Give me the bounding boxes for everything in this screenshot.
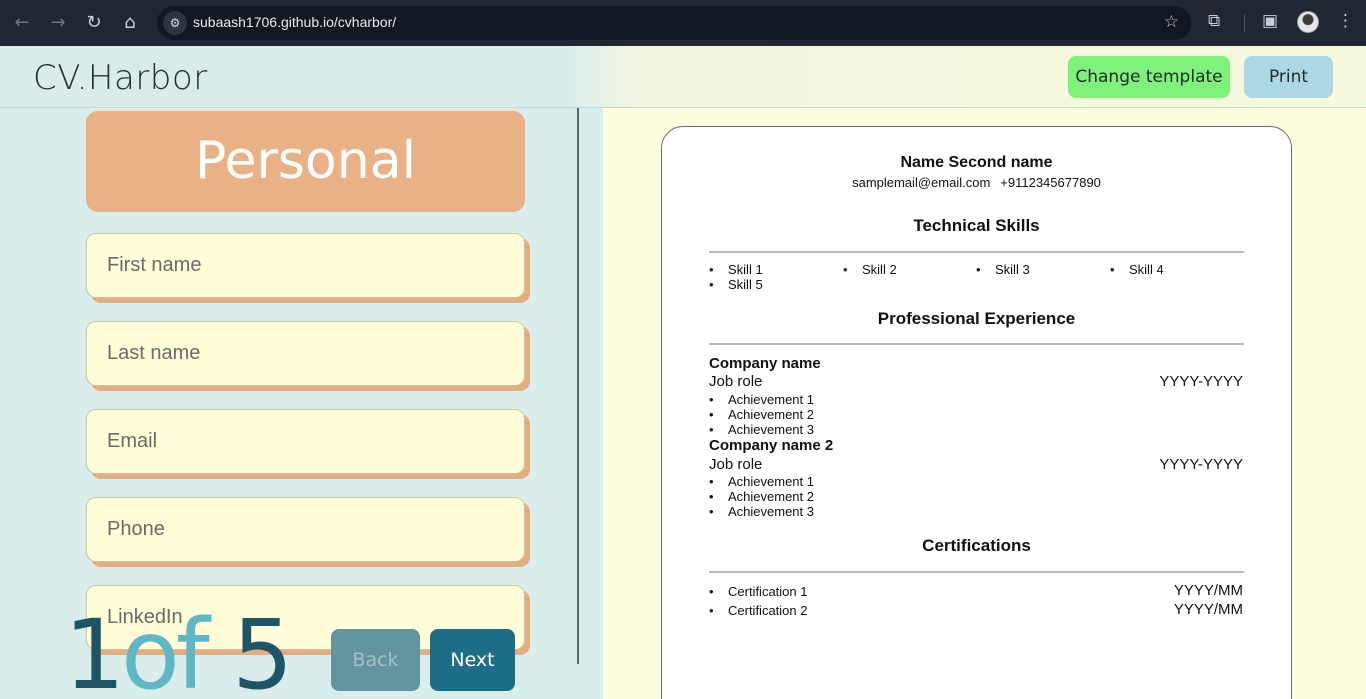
certifications-heading: Certifications	[922, 536, 1031, 555]
back-button[interactable]: Back	[331, 629, 420, 691]
certification-item: Certification 2	[709, 603, 808, 618]
skill-item: Skill 5	[709, 277, 763, 292]
step-total: 5	[232, 599, 293, 699]
site-info-icon[interactable]: ⚙	[163, 11, 187, 35]
cv-phone: +9112345677890	[1000, 175, 1101, 190]
achievement-item: Achievement 3	[709, 422, 814, 437]
star-icon[interactable]: ☆	[1164, 12, 1179, 32]
step-counter: 1of 5	[64, 605, 293, 699]
email-field[interactable]: Email	[86, 409, 525, 474]
job-role: Job role	[709, 456, 763, 473]
next-button[interactable]: Next	[430, 629, 515, 691]
experience-heading: Professional Experience	[877, 309, 1076, 328]
job-role: Job role	[709, 373, 763, 390]
section-title: Personal	[86, 111, 525, 212]
toolbar-divider	[1244, 14, 1245, 32]
change-template-button[interactable]: Change template	[1068, 56, 1230, 98]
cv-email: samplemail@email.com	[852, 175, 991, 190]
skill-item: Skill 2	[843, 262, 897, 277]
step-of: of	[121, 599, 210, 699]
company-name: Company name 2	[709, 437, 834, 454]
skill-item: Skill 4	[1110, 262, 1164, 277]
cv-page: Name Second name samplemail@email.com +91…	[661, 126, 1292, 699]
step-current: 1	[64, 599, 125, 699]
certification-date: YYYY/MM	[1173, 601, 1243, 618]
last-name-field[interactable]: Last name	[86, 321, 525, 386]
home-icon[interactable]: ⌂	[119, 12, 141, 34]
achievement-item: Achievement 2	[709, 489, 814, 504]
app-header: CV.Harbor Change template Print	[0, 46, 1366, 108]
skills-rule	[709, 251, 1244, 253]
logo[interactable]: CV.Harbor	[33, 58, 208, 98]
panel-divider	[577, 108, 579, 664]
sidepanel-icon[interactable]: ▣	[1262, 11, 1278, 31]
job-dates: YYYY-YYYY	[1159, 456, 1243, 473]
avatar[interactable]	[1297, 11, 1319, 33]
achievement-item: Achievement 3	[709, 504, 814, 519]
address-bar[interactable]: ⚙ subaash1706.github.io/cvharbor/ ☆	[157, 6, 1191, 40]
achievement-item: Achievement 1	[709, 392, 814, 407]
skills-heading: Technical Skills	[913, 216, 1040, 235]
cv-name: Name Second name	[900, 154, 1053, 171]
cv-preview-panel: Name Second name samplemail@email.com +91…	[603, 108, 1366, 699]
reload-icon[interactable]: ↻	[83, 12, 105, 34]
company-name: Company name	[709, 355, 821, 372]
certification-item: Certification 1	[709, 584, 808, 599]
browser-toolbar: ← → ↻ ⌂ ⚙ subaash1706.github.io/cvharbor…	[0, 0, 1366, 46]
phone-field[interactable]: Phone	[86, 497, 525, 562]
kebab-menu-icon[interactable]: ⋮	[1337, 11, 1354, 31]
first-name-field[interactable]: First name	[86, 233, 525, 298]
achievement-item: Achievement 1	[709, 474, 814, 489]
experience-rule	[709, 343, 1244, 345]
forward-arrow-icon[interactable]: →	[47, 12, 69, 34]
certifications-rule	[709, 571, 1244, 573]
certification-date: YYYY/MM	[1173, 582, 1243, 599]
print-button[interactable]: Print	[1244, 56, 1333, 98]
url-text[interactable]: subaash1706.github.io/cvharbor/	[193, 14, 396, 30]
cv-contact: samplemail@email.com +9112345677890	[662, 175, 1291, 190]
form-panel: Personal First name Last name Email Phon…	[0, 108, 603, 699]
achievement-item: Achievement 2	[709, 407, 814, 422]
skill-item: Skill 3	[976, 262, 1030, 277]
back-arrow-icon[interactable]: ←	[11, 12, 33, 34]
puzzle-icon[interactable]: ⧉	[1208, 11, 1220, 31]
skill-item: Skill 1	[709, 262, 763, 277]
job-dates: YYYY-YYYY	[1159, 373, 1243, 390]
